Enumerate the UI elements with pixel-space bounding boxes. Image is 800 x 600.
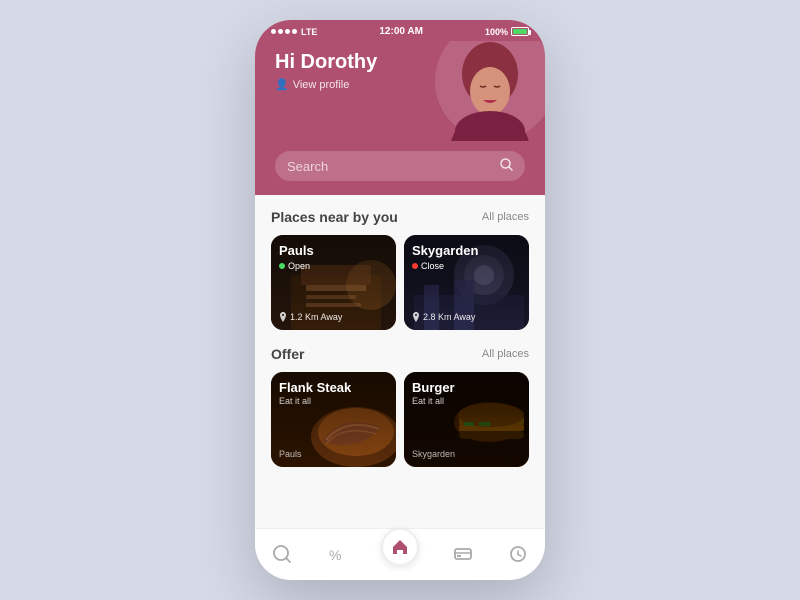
skygarden-name: Skygarden — [412, 243, 521, 259]
flanksteak-overlay: Flank Steak Eat it all Pauls — [271, 372, 396, 467]
nav-history[interactable] — [508, 544, 528, 564]
place-card-skygarden[interactable]: Skygarden Close 2.8 Km Away — [404, 235, 529, 330]
skygarden-status-text: Close — [421, 261, 444, 271]
nearby-title: Places near by you — [271, 209, 398, 225]
profile-icon: 👤 — [275, 78, 289, 91]
signal-dot-1 — [271, 29, 276, 34]
burger-sub: Eat it all — [412, 396, 521, 406]
skygarden-distance-text: 2.8 Km Away — [423, 312, 475, 322]
flanksteak-restaurant: Pauls — [279, 449, 302, 459]
skygarden-distance: 2.8 Km Away — [412, 312, 475, 322]
burger-restaurant: Skygarden — [412, 449, 455, 459]
offer-card-flanksteak[interactable]: Flank Steak Eat it all Pauls — [271, 372, 396, 467]
nav-offers[interactable]: % — [327, 544, 347, 564]
offer-card-burger[interactable]: Burger Eat it all Skygarden — [404, 372, 529, 467]
burger-name: Burger — [412, 380, 521, 395]
nearby-grid: Pauls Open 1.2 Km Away — [271, 235, 529, 330]
search-bar[interactable] — [275, 151, 525, 181]
offers-grid: Flank Steak Eat it all Pauls — [271, 372, 529, 467]
pauls-overlay: Pauls Open 1.2 Km Away — [271, 235, 396, 330]
main-content: Places near by you All places — [255, 195, 545, 528]
closed-dot — [412, 263, 418, 269]
status-bar: LTE 12:00 AM 100% — [255, 20, 545, 41]
signal-dot-4 — [292, 29, 297, 34]
open-dot — [279, 263, 285, 269]
pauls-status-text: Open — [288, 261, 310, 271]
view-profile-link[interactable]: 👤 View profile — [275, 78, 525, 91]
battery-icon — [511, 27, 529, 36]
battery-area: 100% — [485, 27, 529, 37]
offers-title: Offer — [271, 346, 304, 362]
svg-text:%: % — [329, 547, 341, 563]
bottom-nav: % — [255, 528, 545, 580]
view-profile-label: View profile — [293, 79, 350, 91]
pauls-name: Pauls — [279, 243, 388, 259]
skygarden-overlay: Skygarden Close 2.8 Km Away — [404, 235, 529, 330]
time-label: 12:00 AM — [379, 26, 423, 37]
place-card-pauls[interactable]: Pauls Open 1.2 Km Away — [271, 235, 396, 330]
offers-header: Offer All places — [271, 346, 529, 362]
skygarden-status: Close — [412, 261, 521, 271]
search-icon — [500, 158, 513, 174]
signal-dot-2 — [278, 29, 283, 34]
search-section — [255, 151, 545, 195]
flanksteak-sub: Eat it all — [279, 396, 388, 406]
nav-search[interactable] — [272, 544, 292, 564]
nearby-all-link[interactable]: All places — [482, 211, 529, 223]
phone-frame: LTE 12:00 AM 100% — [255, 20, 545, 580]
nearby-header: Places near by you All places — [271, 209, 529, 225]
offers-all-link[interactable]: All places — [482, 348, 529, 360]
network-label: LTE — [301, 27, 317, 37]
pauls-distance-text: 1.2 Km Away — [290, 312, 342, 322]
header: Hi Dorothy 👤 View profile — [255, 41, 545, 151]
search-input[interactable] — [287, 159, 492, 174]
burger-overlay: Burger Eat it all Skygarden — [404, 372, 529, 467]
signal-dot-3 — [285, 29, 290, 34]
battery-percent: 100% — [485, 27, 508, 37]
signal-area: LTE — [271, 27, 317, 37]
greeting-text: Hi Dorothy — [275, 51, 525, 74]
pauls-distance: 1.2 Km Away — [279, 312, 342, 322]
battery-fill — [513, 29, 527, 34]
nav-payment[interactable] — [453, 544, 473, 564]
pauls-status: Open — [279, 261, 388, 271]
nav-home[interactable] — [381, 528, 419, 566]
flanksteak-name: Flank Steak — [279, 380, 388, 395]
